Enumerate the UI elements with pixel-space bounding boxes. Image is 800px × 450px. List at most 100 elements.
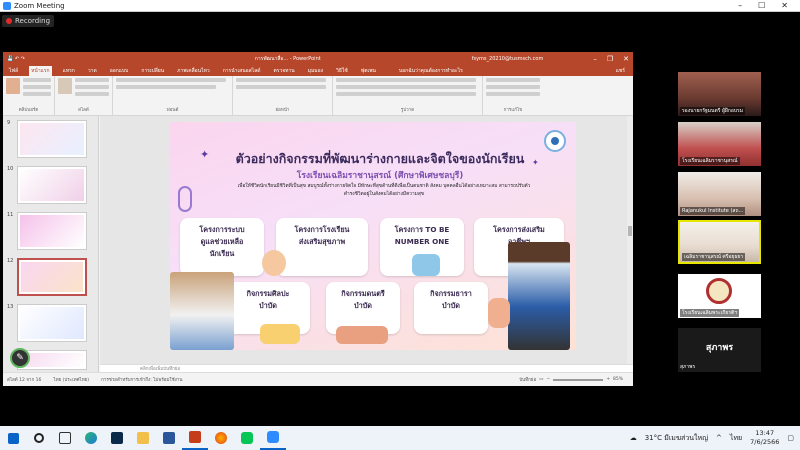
recording-indicator[interactable]: Recording bbox=[2, 15, 55, 27]
autosave-icon[interactable]: 💾 ↶ ↷ bbox=[7, 56, 25, 62]
tell-me-search[interactable]: บอกฉันว่าคุณต้องการทำอะไร bbox=[397, 66, 465, 76]
tab-view[interactable]: มุมมอง bbox=[306, 66, 325, 76]
view-normal-icon[interactable]: ▭ bbox=[539, 377, 543, 382]
zoom-level[interactable]: 85% bbox=[613, 377, 623, 382]
participant-namecard[interactable]: สุภาพร สุภาพร bbox=[678, 328, 761, 372]
new-slide-button[interactable] bbox=[58, 78, 72, 94]
share-button[interactable]: แชร์ bbox=[614, 66, 627, 76]
ppt-statusbar: สไลด์ 12 จาก 16 ไทย (ประเทศไทย) การช่วยส… bbox=[3, 372, 633, 386]
thumb-number: 13 bbox=[7, 304, 14, 310]
participant-display-name: สุภาพร bbox=[705, 343, 734, 353]
tab-footpen[interactable]: ฟุตเพน bbox=[359, 66, 378, 76]
group-label-drawing: รูปวาด bbox=[400, 108, 415, 113]
tab-review[interactable]: ตรวจทาน bbox=[272, 66, 297, 76]
search-icon[interactable] bbox=[26, 426, 52, 450]
annotate-pen-button[interactable]: ✎ bbox=[10, 348, 30, 368]
slide-thumbnail[interactable] bbox=[17, 304, 87, 342]
clock-date: 7/6/2566 bbox=[750, 438, 780, 446]
input-language[interactable]: ไทย bbox=[730, 433, 742, 444]
sparkle-icon: ✦ bbox=[200, 148, 210, 161]
card-student-support: โครงการระบบ ดูแลช่วยเหลือ นักเรียน bbox=[180, 218, 264, 276]
participant-tile-speaking[interactable]: เฉลิมราชานุสรณ์ ศรีอยุธยา bbox=[678, 220, 761, 264]
ribbon-group-editing: การแก้ไข bbox=[483, 76, 543, 115]
zoom-out-button[interactable]: − bbox=[546, 377, 550, 382]
close-button[interactable]: ✕ bbox=[781, 1, 788, 10]
weather-icon[interactable]: ☁ bbox=[630, 434, 637, 442]
tab-transitions[interactable]: การเปลี่ยน bbox=[139, 66, 166, 76]
powerpoint-icon[interactable] bbox=[182, 426, 208, 450]
tab-design[interactable]: ออกแบบ bbox=[108, 66, 131, 76]
language-status[interactable]: ไทย (ประเทศไทย) bbox=[53, 376, 89, 383]
ppt-minimize-button[interactable]: – bbox=[593, 55, 597, 63]
slide-canvas[interactable]: ✦ ✦ ตัวอย่างกิจกรรมที่พัฒนาร่างกายและจิต… bbox=[100, 116, 633, 364]
ppt-body: 9 10 11 12 13 ✎ ✦ ✦ ตัวอย่างกิจกรรมที่พั… bbox=[3, 116, 633, 372]
word-icon[interactable] bbox=[156, 426, 182, 450]
start-button[interactable] bbox=[0, 426, 26, 450]
group-label-slides: สไลด์ bbox=[78, 108, 89, 113]
participant-name: เฉลิมราชานุสรณ์ ศรีอยุธยา bbox=[682, 253, 746, 261]
firefox-icon[interactable] bbox=[208, 426, 234, 450]
edge-icon[interactable] bbox=[78, 426, 104, 450]
ppt-user[interactable]: fsyms_20210@tusmsch.com bbox=[472, 56, 544, 62]
line-icon[interactable] bbox=[234, 426, 260, 450]
accessibility-status[interactable]: การช่วยสำหรับการเข้าถึง: ไม่พร้อมใช้งาน bbox=[101, 376, 182, 383]
participant-tile[interactable]: โรงเรียนเฉลิมราชานุสรณ์ bbox=[678, 122, 761, 166]
zoom-in-button[interactable]: + bbox=[606, 377, 610, 382]
tab-slideshow[interactable]: การนำเสนอสไลด์ bbox=[221, 66, 263, 76]
tab-insert[interactable]: แทรก bbox=[61, 66, 77, 76]
notification-icon[interactable]: ▢ bbox=[787, 434, 794, 442]
ppt-doc-title: การพัฒนาสื่อ... - PowerPoint bbox=[254, 55, 321, 62]
tab-file[interactable]: ไฟล์ bbox=[7, 66, 20, 76]
notes-pane[interactable]: คลิกเพื่อเพิ่มบันทึกย่อ bbox=[100, 364, 633, 372]
ppt-close-button[interactable]: ✕ bbox=[623, 55, 629, 63]
paste-button[interactable] bbox=[6, 78, 20, 94]
slide-thumbnail-selected[interactable] bbox=[17, 258, 87, 296]
system-tray: ☁ 31°C มีเมฆส่วนใหญ่ ^ ไทย 13:47 7/6/256… bbox=[630, 429, 800, 447]
participant-name: โรงเรียนเฉลิมพระเกียรติฯ bbox=[680, 309, 740, 317]
thumb-number: 9 bbox=[7, 120, 11, 126]
group-label-clipboard: คลิปบอร์ด bbox=[18, 108, 39, 113]
tray-arrow-icon[interactable]: ^ bbox=[716, 434, 722, 442]
powerpoint-window: 💾 ↶ ↷ การพัฒนาสื่อ... - PowerPoint fsyms… bbox=[3, 52, 633, 386]
tab-help[interactable]: วิธีใช้ bbox=[334, 66, 350, 76]
zoom-icon[interactable] bbox=[260, 426, 286, 450]
notes-toggle[interactable]: บันทึกย่อ bbox=[519, 376, 536, 383]
slide-thumbnail[interactable] bbox=[17, 212, 87, 250]
slide-thumbnail-pane[interactable]: 9 10 11 12 13 ✎ bbox=[3, 116, 99, 372]
card-health-school: โครงการโรงเรียน ส่งเสริมสุขภาพ bbox=[276, 218, 368, 276]
file-explorer-icon[interactable] bbox=[130, 426, 156, 450]
current-slide[interactable]: ✦ ✦ ตัวอย่างกิจกรรมที่พัฒนาร่างกายและจิต… bbox=[170, 122, 576, 350]
music-illustration bbox=[336, 326, 388, 344]
participant-tile[interactable]: Rajanukul Institute (สถ... bbox=[678, 172, 761, 216]
slide-thumbnail[interactable] bbox=[17, 120, 87, 158]
wheelchair-student-photo bbox=[508, 242, 570, 350]
ppt-restore-button[interactable]: ❐ bbox=[607, 55, 613, 63]
clock[interactable]: 13:47 7/6/2566 bbox=[750, 429, 779, 447]
slide-thumbnail[interactable] bbox=[17, 166, 87, 204]
maximize-button[interactable]: ☐ bbox=[758, 1, 765, 10]
zoom-titlebar: Zoom Meeting – ☐ ✕ bbox=[0, 0, 800, 12]
tab-animations[interactable]: ภาพเคลื่อนไหว bbox=[175, 66, 212, 76]
participant-tile[interactable]: โรงเรียนเฉลิมพระเกียรติฯ bbox=[678, 274, 761, 318]
slide-counter: สไลด์ 12 จาก 16 bbox=[7, 378, 42, 383]
thumb-number: 10 bbox=[7, 166, 14, 172]
participant-tile[interactable]: รองนายกรัฐมนตรี ผู้ฝึกอบรม bbox=[678, 72, 761, 116]
weather-text[interactable]: 31°C มีเมฆส่วนใหญ่ bbox=[645, 433, 708, 444]
zoom-window-title: Zoom Meeting bbox=[14, 1, 65, 10]
vertical-scrollbar[interactable] bbox=[627, 116, 633, 364]
tab-home[interactable]: หน้าแรก bbox=[29, 66, 52, 76]
window-controls: – ☐ ✕ bbox=[738, 1, 800, 10]
task-view-icon[interactable] bbox=[52, 426, 78, 450]
scrollbar-thumb[interactable] bbox=[628, 226, 632, 236]
zoom-logo-icon bbox=[3, 1, 11, 10]
tab-draw[interactable]: วาด bbox=[86, 66, 99, 76]
zoom-slider[interactable] bbox=[553, 378, 604, 381]
photoshop-icon[interactable] bbox=[104, 426, 130, 450]
slide-title: ตัวอย่างกิจกรรมที่พัฒนาร่างกายและจิตใจขอ… bbox=[235, 151, 525, 166]
swimming-illustration bbox=[488, 298, 510, 328]
ribbon-group-font: ฟอนต์ bbox=[113, 76, 233, 115]
minimize-button[interactable]: – bbox=[738, 1, 742, 10]
safety-pin-icon bbox=[178, 186, 192, 212]
group-label-paragraph: ย่อหน้า bbox=[275, 108, 290, 113]
school-emblem-icon bbox=[706, 278, 732, 304]
